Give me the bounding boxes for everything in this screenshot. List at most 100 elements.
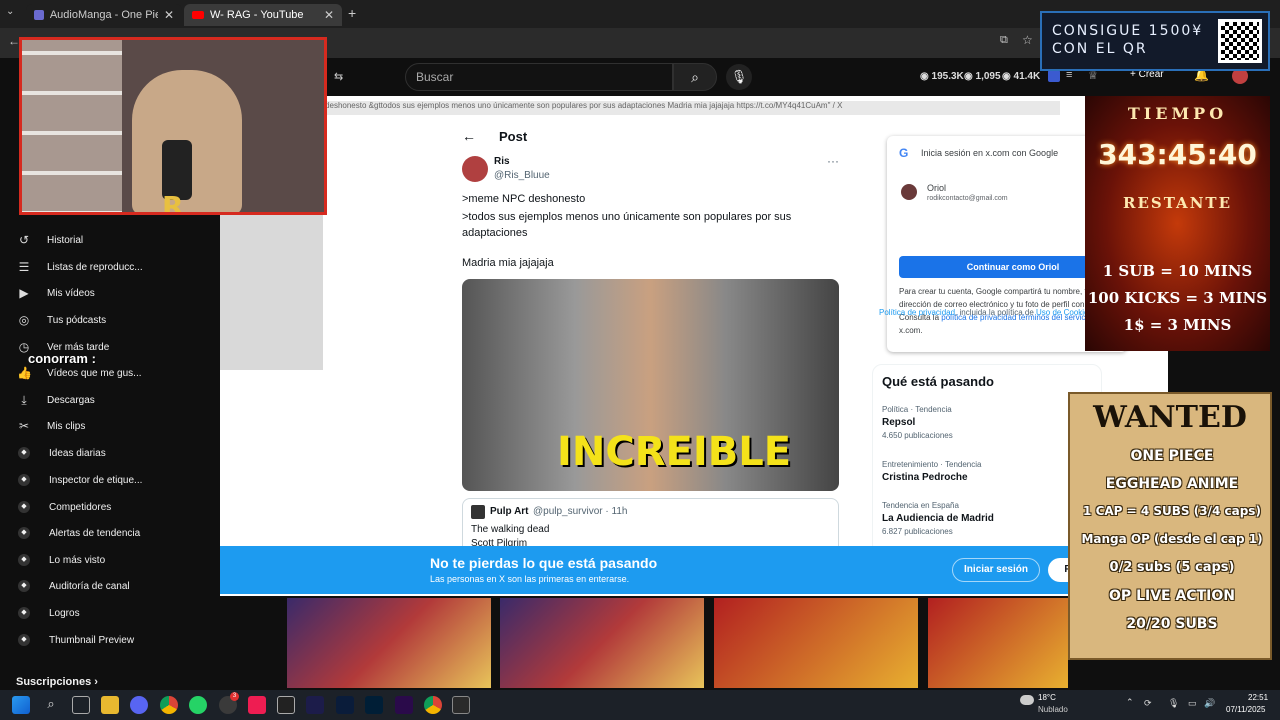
author-avatar[interactable] xyxy=(462,156,488,182)
search-input[interactable]: Buscar xyxy=(405,63,673,91)
image-caption: INCREIBLE xyxy=(557,429,792,475)
photoshop-icon[interactable] xyxy=(365,696,383,714)
chrome-icon[interactable] xyxy=(160,696,178,714)
mic-tray-icon[interactable]: 🎙 xyxy=(1168,698,1179,709)
lightroom-icon[interactable] xyxy=(336,696,354,714)
tab-youtube[interactable]: W- RAG - YouTube ✕ xyxy=(184,4,342,26)
weather-temp: 18°C xyxy=(1038,693,1056,702)
trend-item[interactable]: Entretenimiento · Tendencia Cristina Ped… xyxy=(882,460,981,483)
app-icon: ◆ xyxy=(18,554,30,566)
audition-icon[interactable] xyxy=(306,696,324,714)
bookmark-star-icon[interactable]: ☆ xyxy=(1022,33,1033,47)
new-tab-button[interactable]: + xyxy=(348,5,356,21)
google-account-avatar xyxy=(901,184,917,200)
premiere-icon[interactable] xyxy=(395,696,413,714)
sidebar-item-label: Logros xyxy=(49,607,80,619)
sidebar-item-descargas[interactable]: ⤓ Descargas xyxy=(0,387,155,413)
weather-icon xyxy=(1020,695,1034,705)
task-view-icon[interactable] xyxy=(72,696,90,714)
tiktok-icon[interactable] xyxy=(248,696,266,714)
network-icon[interactable]: ▭ xyxy=(1188,698,1197,709)
clock-time[interactable]: 22:51 xyxy=(1248,693,1268,702)
sidebar-item-tus-pódcasts[interactable]: ◎ Tus pódcasts xyxy=(0,307,155,333)
tray-chevron-icon[interactable]: ⌃ xyxy=(1126,697,1134,708)
sidebar-item-inspector-de-etique[interactable]: ◆ Inspector de etique... xyxy=(0,467,155,493)
tab-favicon-icon xyxy=(34,10,44,20)
wanted-line: ONE PIECE xyxy=(1130,448,1214,464)
screenshot-icon[interactable]: ⧉ xyxy=(1000,34,1008,47)
privacy-policy-link[interactable]: Política de privacidad xyxy=(879,308,955,317)
tab-audiomanga[interactable]: AudioManga - One Piece Elbap ✕ xyxy=(26,4,182,26)
sidebar-item-logros[interactable]: ◆ Logros xyxy=(0,600,155,626)
close-tab-icon[interactable]: ✕ xyxy=(324,8,334,22)
windows-start-icon[interactable] xyxy=(12,696,30,714)
cookies-link[interactable]: Uso de xyxy=(1036,308,1061,317)
post-header: Post xyxy=(499,129,528,144)
sidebar-item-listas-de-reproducc[interactable]: ☰ Listas de reproducc... xyxy=(0,254,155,280)
tray-app-icon[interactable]: ⟳ xyxy=(1144,698,1152,709)
playlist-icon: ☰ xyxy=(18,260,30,274)
trend-count: 4.650 publicaciones xyxy=(882,431,953,440)
thumbs-up-icon: 👍 xyxy=(17,366,32,380)
file-explorer-icon[interactable] xyxy=(101,696,119,714)
tab-list-chevron-icon[interactable]: ⌄ xyxy=(6,6,20,20)
google-logo-icon: G xyxy=(899,146,909,160)
video-thumbnail[interactable] xyxy=(928,598,1068,688)
app-icon: ◆ xyxy=(18,634,30,646)
login-button[interactable]: Iniciar sesión xyxy=(952,558,1040,582)
sidebar-item-ideas-diarias[interactable]: ◆ Ideas diarias xyxy=(0,440,155,466)
discord-icon[interactable] xyxy=(130,696,148,714)
voice-search-button[interactable]: 🎙 xyxy=(726,64,752,90)
notification-badge: 3 xyxy=(230,692,239,701)
like-icon: ◉ xyxy=(1002,71,1014,82)
extension-icon[interactable] xyxy=(1048,70,1060,82)
capcut-icon[interactable] xyxy=(277,696,295,714)
app-icon: ◆ xyxy=(18,580,30,592)
terminal-icon[interactable] xyxy=(452,696,470,714)
wanted-poster-overlay: WANTED ONE PIECE EGGHEAD ANIME 1 CAP = 4… xyxy=(1068,392,1272,660)
video-thumbnail[interactable] xyxy=(287,598,491,688)
search-button[interactable]: ⌕ xyxy=(673,63,717,91)
youtube-favicon-icon xyxy=(192,11,204,19)
scissors-icon: ✂ xyxy=(18,419,30,433)
sidebar-item-mis-clips[interactable]: ✂ Mis clips xyxy=(0,413,155,439)
back-arrow-icon[interactable]: ← xyxy=(462,128,476,144)
qr-promo-overlay: CONSIGUE 1500¥ CON EL QR xyxy=(1040,11,1270,71)
sidebar-item-label: Inspector de etique... xyxy=(49,474,143,486)
subscriptions-header[interactable]: Suscripciones › xyxy=(16,676,98,688)
sidebar-item-auditoría-de-canal[interactable]: ◆ Auditoría de canal xyxy=(0,573,155,599)
volume-icon[interactable]: 🔊 xyxy=(1204,698,1215,709)
video-thumbnail[interactable] xyxy=(500,598,704,688)
sidebar-item-thumbnail-preview[interactable]: ◆ Thumbnail Preview xyxy=(0,627,155,653)
chrome-active-icon[interactable] xyxy=(424,696,442,714)
sidebar-item-historial[interactable]: ↺ Historial xyxy=(0,227,155,253)
close-tab-icon[interactable]: ✕ xyxy=(164,8,174,22)
subscriptions-label: Suscripciones xyxy=(16,676,92,688)
whatsapp-icon[interactable] xyxy=(189,696,207,714)
sidebar-item-label: Lo más visto xyxy=(49,554,106,566)
sidebar-item-mis-vídeos[interactable]: ▶ Mis vídeos xyxy=(0,280,155,306)
video-thumbnail[interactable] xyxy=(714,598,918,688)
quote-avatar xyxy=(471,505,485,519)
more-options-icon[interactable]: ··· xyxy=(827,154,839,168)
microphone-icon: 🎙 xyxy=(730,69,748,84)
trend-name: La Audiencia de Madrid xyxy=(882,513,994,524)
app-icon: ◆ xyxy=(18,527,30,539)
wanted-line: 1 CAP = 4 SUBS (3/4 caps) xyxy=(1083,504,1261,518)
chat-username: conorram : xyxy=(28,351,96,366)
watchers-icon: ◉ xyxy=(964,71,976,82)
tweet-image[interactable]: INCREIBLE xyxy=(462,279,839,491)
trend-item[interactable]: Tendencia en España La Audiencia de Madr… xyxy=(882,501,994,536)
author-handle[interactable]: @Ris_Bluue xyxy=(494,170,550,181)
taskbar-search-icon[interactable]: ⌕ xyxy=(42,696,60,714)
sidebar-item-alertas-de-tendencia[interactable]: ◆ Alertas de tendencia xyxy=(0,520,155,546)
timer-rule: 1 SUB = 10 MINS xyxy=(1102,262,1253,280)
views-stat: ◉ 195.3K xyxy=(920,71,964,82)
page-url-strip: " deshonesto &gttodos sus ejemplos menos… xyxy=(320,101,1060,115)
clock-date[interactable]: 07/11/2025 xyxy=(1226,705,1265,714)
sidebar-item-competidores[interactable]: ◆ Competidores xyxy=(0,494,155,520)
author-name[interactable]: Ris xyxy=(494,156,510,167)
filter-icon[interactable]: ⇆ xyxy=(334,70,343,83)
trend-item[interactable]: Política · Tendencia Repsol 4.650 public… xyxy=(882,405,953,440)
sidebar-item-lo-más-visto[interactable]: ◆ Lo más visto xyxy=(0,547,155,573)
